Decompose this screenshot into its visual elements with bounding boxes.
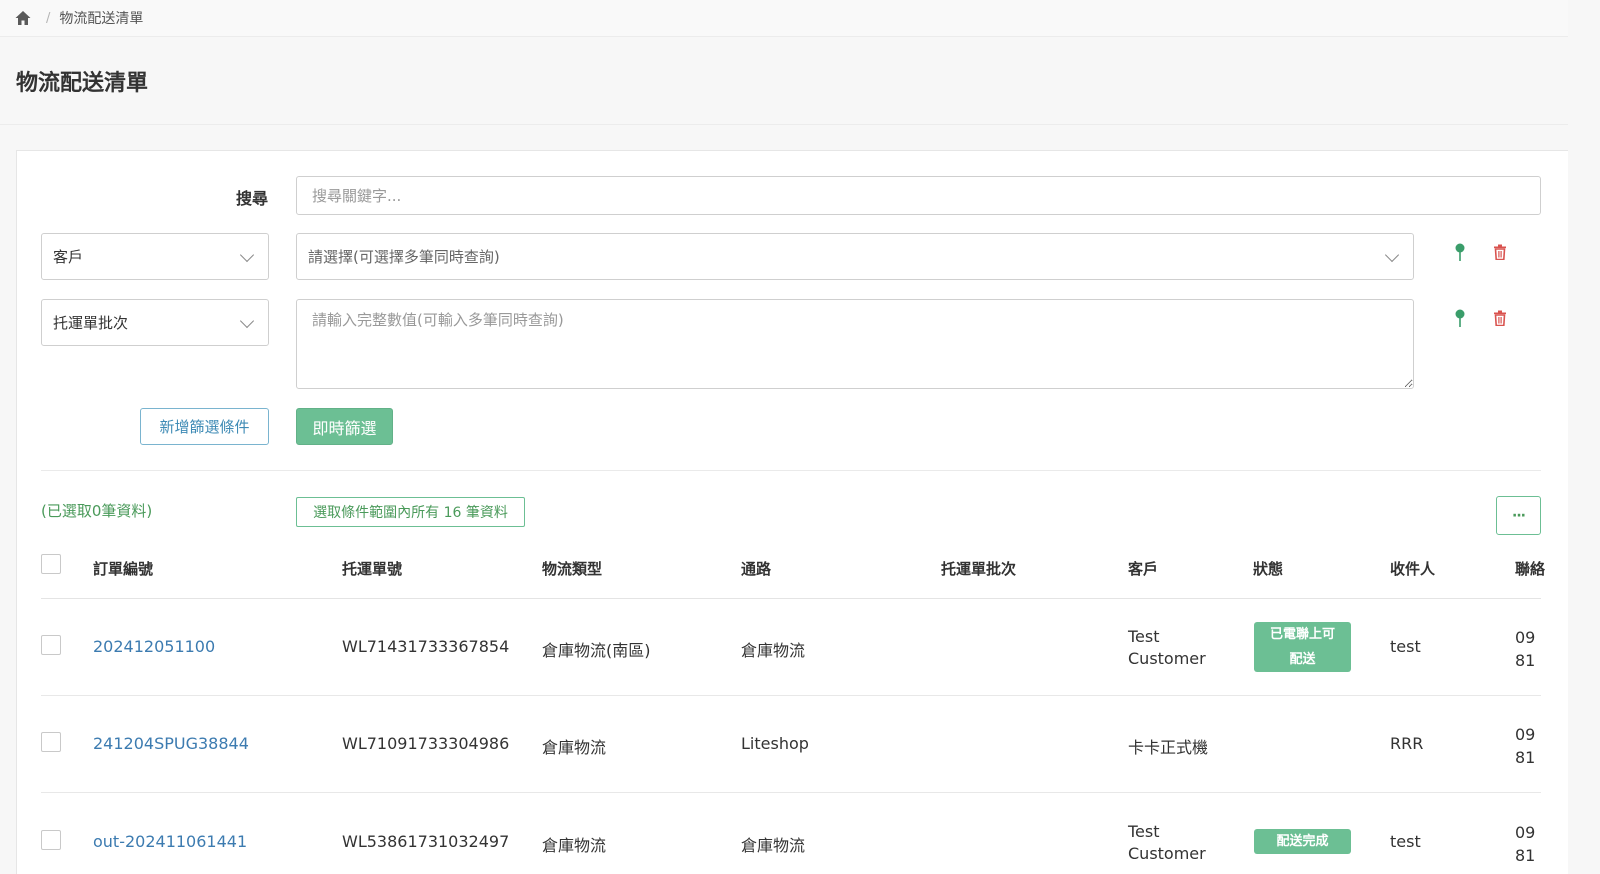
recipient: RRR — [1390, 734, 1424, 753]
row-divider — [41, 695, 1541, 696]
column-header[interactable]: 托運單號 — [342, 558, 402, 579]
chevron-down-icon — [1384, 247, 1400, 262]
status-badge: 配送完成 — [1254, 829, 1351, 854]
customer: Test Customer — [1128, 627, 1206, 668]
logistics-type: 倉庫物流 — [542, 738, 607, 757]
more-actions-button[interactable]: ··· — [1496, 496, 1541, 535]
chevron-down-icon — [239, 313, 255, 328]
selected-count: (已選取0筆資料) — [41, 502, 153, 520]
channel: 倉庫物流 — [741, 641, 806, 660]
recipient: test — [1390, 832, 1421, 851]
search-label: 搜尋 — [236, 189, 269, 208]
filter-field-select[interactable]: 托運單批次 — [41, 299, 269, 346]
filter-field-label: 托運單批次 — [53, 314, 129, 332]
column-header[interactable]: 聯絡 — [1515, 558, 1545, 579]
pin-icon[interactable] — [1453, 242, 1467, 262]
select-all-checkbox[interactable] — [41, 554, 61, 574]
order-number-link[interactable]: 202412051100 — [93, 637, 215, 656]
logistics-type: 倉庫物流(南區) — [542, 641, 651, 660]
recipient: test — [1390, 637, 1421, 656]
filter-value-textarea[interactable] — [296, 299, 1414, 389]
table-header-divider — [41, 598, 1541, 599]
contact-phone: 0981 — [1515, 725, 1536, 767]
customer: Test Customer — [1128, 822, 1206, 863]
channel: Liteshop — [741, 734, 809, 753]
home-icon[interactable] — [14, 9, 32, 27]
trash-icon[interactable] — [1493, 310, 1507, 326]
page-title: 物流配送清單 — [16, 71, 149, 96]
divider — [41, 470, 1541, 471]
column-header[interactable]: 通路 — [741, 558, 771, 579]
trash-icon[interactable] — [1493, 244, 1507, 260]
page-header: 物流配送清單 — [0, 38, 1568, 125]
row-checkbox[interactable] — [41, 830, 61, 850]
waybill-number: WL71091733304986 — [342, 734, 510, 753]
order-number-link[interactable]: out-202411061441 — [93, 832, 247, 851]
customer: 卡卡正式機 — [1128, 738, 1209, 757]
column-header[interactable]: 物流類型 — [542, 558, 602, 579]
breadcrumb-current: 物流配送清單 — [59, 11, 144, 27]
filter-field-select[interactable]: 客戶 — [41, 233, 269, 280]
select-all-button[interactable]: 選取條件範圍內所有 16 筆資料 — [296, 497, 525, 527]
breadcrumb-separator: / — [46, 10, 51, 26]
order-number-link[interactable]: 241204SPUG38844 — [93, 734, 249, 753]
logistics-type: 倉庫物流 — [542, 836, 607, 855]
chevron-down-icon — [239, 247, 255, 262]
add-filter-button[interactable]: 新增篩選條件 — [140, 408, 269, 445]
column-header[interactable]: 收件人 — [1390, 558, 1435, 579]
row-divider — [41, 792, 1541, 793]
contact-phone: 0981 — [1515, 823, 1536, 865]
row-checkbox[interactable] — [41, 732, 61, 752]
column-header[interactable]: 狀態 — [1253, 558, 1283, 579]
filter-field-label: 客戶 — [53, 248, 84, 266]
channel: 倉庫物流 — [741, 836, 806, 855]
column-header[interactable]: 客戶 — [1128, 558, 1158, 579]
column-header[interactable]: 訂單編號 — [93, 558, 153, 579]
column-header[interactable]: 托運單批次 — [941, 558, 1016, 579]
breadcrumb: / 物流配送清單 — [0, 0, 1568, 37]
pin-icon[interactable] — [1453, 308, 1467, 328]
search-input[interactable] — [296, 176, 1541, 215]
row-checkbox[interactable] — [41, 635, 61, 655]
apply-filter-button[interactable]: 即時篩選 — [296, 408, 393, 445]
filter-value-select[interactable]: 請選擇(可選擇多筆同時查詢) — [296, 233, 1414, 280]
waybill-number: WL53861731032497 — [342, 832, 510, 851]
waybill-number: WL71431733367854 — [342, 637, 510, 656]
filter-value-placeholder: 請選擇(可選擇多筆同時查詢) — [308, 248, 500, 266]
contact-phone: 0981 — [1515, 628, 1536, 670]
status-badge: 已電聯上可配送 — [1254, 622, 1351, 672]
